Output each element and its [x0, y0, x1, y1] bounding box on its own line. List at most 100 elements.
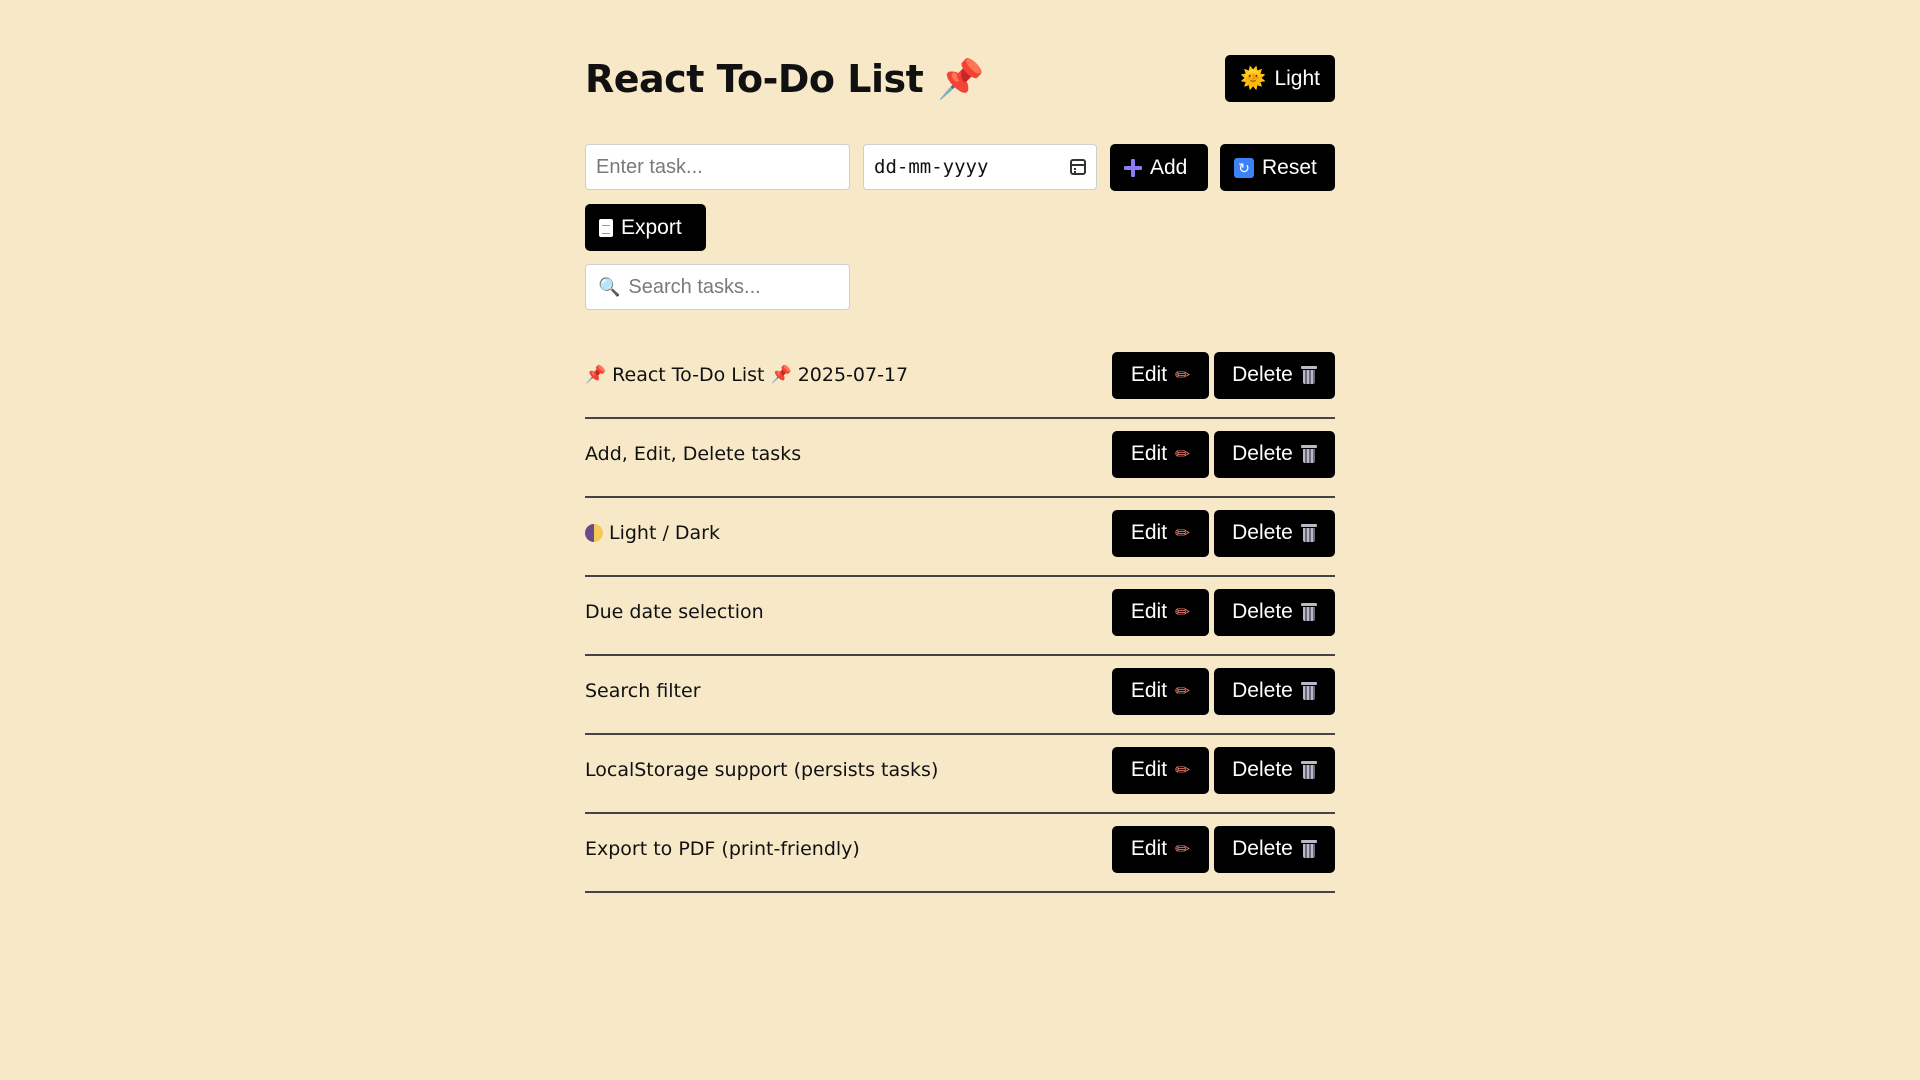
- delete-label: Delete: [1232, 363, 1293, 386]
- delete-label: Delete: [1232, 442, 1293, 465]
- trash-icon: [1300, 366, 1317, 384]
- pencil-icon: ✏: [1175, 443, 1191, 464]
- edit-label: Edit: [1130, 679, 1168, 702]
- document-icon: [599, 218, 613, 237]
- delete-button[interactable]: Delete: [1214, 430, 1335, 478]
- task-label: React To-Do List: [612, 364, 765, 386]
- export-label: Export: [621, 215, 682, 239]
- reset-button[interactable]: ↻ Reset: [1220, 144, 1335, 191]
- trash-icon: [1300, 524, 1317, 542]
- search-input[interactable]: 🔍 Search tasks...: [585, 264, 850, 310]
- trash-icon: [1300, 445, 1317, 463]
- trash-icon: [1300, 682, 1317, 700]
- page-title: React To-Do List 📌: [585, 56, 985, 102]
- delete-button[interactable]: Delete: [1214, 588, 1335, 636]
- task-row: LocalStorage support (persists tasks) Ed…: [585, 735, 1335, 814]
- delete-label: Delete: [1232, 679, 1293, 702]
- edit-button[interactable]: Edit ✏: [1112, 509, 1209, 557]
- search-placeholder: Search tasks...: [628, 275, 761, 298]
- task-input-placeholder: Enter task...: [596, 155, 703, 178]
- task-controls: Enter task... dd-mm-yyyy Add ↻ Reset: [585, 144, 1335, 192]
- edit-label: Edit: [1130, 600, 1168, 623]
- task-actions: Edit ✏ Delete: [1112, 588, 1335, 636]
- pushpin-icon: 📌: [937, 57, 985, 101]
- todo-app: React To-Do List 📌 🌞 Light Enter task...…: [585, 0, 1335, 893]
- task-actions: Edit ✏ Delete: [1112, 746, 1335, 794]
- edit-label: Edit: [1130, 363, 1168, 386]
- edit-label: Edit: [1130, 521, 1168, 544]
- theme-toggle-label: Light: [1274, 66, 1320, 90]
- add-task-button[interactable]: Add: [1110, 144, 1208, 191]
- task-label: LocalStorage support (persists tasks): [585, 759, 939, 781]
- task-label: Search filter: [585, 680, 701, 702]
- edit-label: Edit: [1130, 837, 1168, 860]
- task-row: Due date selection Edit ✏ Delete: [585, 577, 1335, 656]
- edit-button[interactable]: Edit ✏: [1112, 746, 1209, 794]
- pencil-icon: ✏: [1175, 364, 1191, 385]
- task-row: Light / Dark Edit ✏ Delete: [585, 498, 1335, 577]
- delete-label: Delete: [1232, 600, 1293, 623]
- delete-label: Delete: [1232, 521, 1293, 544]
- task-actions: Edit ✏ Delete: [1112, 667, 1335, 715]
- edit-button[interactable]: Edit ✏: [1112, 351, 1209, 399]
- pushpin-icon: 📌: [770, 365, 792, 385]
- delete-button[interactable]: Delete: [1214, 509, 1335, 557]
- task-text: Light / Dark: [585, 522, 720, 544]
- trash-icon: [1300, 761, 1317, 779]
- add-task-label: Add: [1150, 155, 1188, 179]
- theme-toggle-button[interactable]: 🌞 Light: [1225, 55, 1335, 102]
- edit-label: Edit: [1130, 758, 1168, 781]
- edit-button[interactable]: Edit ✏: [1112, 825, 1209, 873]
- task-row: 📌 React To-Do List 📌 2025-07-17 Edit ✏ D…: [585, 340, 1335, 419]
- delete-button[interactable]: Delete: [1214, 667, 1335, 715]
- due-date-value: dd-mm-yyyy: [874, 156, 989, 178]
- trash-icon: [1300, 840, 1317, 858]
- half-moon-icon: [585, 524, 603, 542]
- plus-icon: [1124, 158, 1142, 177]
- delete-label: Delete: [1232, 758, 1293, 781]
- task-row: Search filter Edit ✏ Delete: [585, 656, 1335, 735]
- calendar-icon[interactable]: [1070, 159, 1086, 175]
- task-row: Add, Edit, Delete tasks Edit ✏ Delete: [585, 419, 1335, 498]
- edit-button[interactable]: Edit ✏: [1112, 430, 1209, 478]
- task-list: 📌 React To-Do List 📌 2025-07-17 Edit ✏ D…: [585, 340, 1335, 893]
- task-actions: Edit ✏ Delete: [1112, 351, 1335, 399]
- task-text: 📌 React To-Do List 📌 2025-07-17: [585, 364, 908, 386]
- pencil-icon: ✏: [1175, 522, 1191, 543]
- due-date-input[interactable]: dd-mm-yyyy: [863, 144, 1097, 190]
- export-button[interactable]: Export: [585, 204, 706, 251]
- task-label: Export to PDF (print-friendly): [585, 838, 860, 860]
- task-label: Due date selection: [585, 601, 764, 623]
- pencil-icon: ✏: [1175, 838, 1191, 859]
- header: React To-Do List 📌 🌞 Light: [585, 0, 1335, 102]
- task-row: Export to PDF (print-friendly) Edit ✏ De…: [585, 814, 1335, 893]
- task-label: Light / Dark: [609, 522, 720, 544]
- edit-button[interactable]: Edit ✏: [1112, 667, 1209, 715]
- pencil-icon: ✏: [1175, 601, 1191, 622]
- task-text: Export to PDF (print-friendly): [585, 838, 860, 860]
- task-actions: Edit ✏ Delete: [1112, 509, 1335, 557]
- delete-button[interactable]: Delete: [1214, 746, 1335, 794]
- task-text: Add, Edit, Delete tasks: [585, 443, 801, 465]
- delete-button[interactable]: Delete: [1214, 825, 1335, 873]
- pencil-icon: ✏: [1175, 680, 1191, 701]
- trash-icon: [1300, 603, 1317, 621]
- pencil-icon: ✏: [1175, 759, 1191, 780]
- page-title-text: React To-Do List: [585, 57, 924, 101]
- task-input[interactable]: Enter task...: [585, 144, 850, 190]
- edit-button[interactable]: Edit ✏: [1112, 588, 1209, 636]
- task-actions: Edit ✏ Delete: [1112, 430, 1335, 478]
- task-text: Due date selection: [585, 601, 764, 623]
- reset-label: Reset: [1262, 155, 1317, 179]
- task-due-date: 2025-07-17: [797, 364, 909, 386]
- edit-label: Edit: [1130, 442, 1168, 465]
- task-text: Search filter: [585, 680, 701, 702]
- task-text: LocalStorage support (persists tasks): [585, 759, 938, 781]
- task-label: Add, Edit, Delete tasks: [585, 443, 802, 465]
- delete-label: Delete: [1232, 837, 1293, 860]
- search-icon: 🔍: [598, 276, 621, 297]
- delete-button[interactable]: Delete: [1214, 351, 1335, 399]
- sun-icon: 🌞: [1240, 66, 1267, 90]
- task-actions: Edit ✏ Delete: [1112, 825, 1335, 873]
- refresh-icon: ↻: [1234, 157, 1254, 178]
